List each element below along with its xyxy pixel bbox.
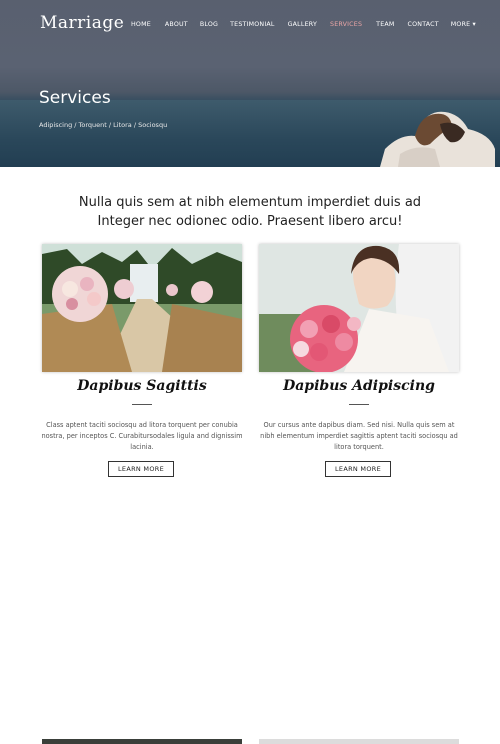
nav-home[interactable]: HOME [131, 21, 151, 28]
wedding-aisle-photo [42, 244, 242, 372]
learn-more-button[interactable]: LEARN MORE [108, 461, 174, 477]
nav-testimonial[interactable]: TESTIMONIAL [230, 21, 275, 28]
divider [349, 404, 369, 405]
main-nav: HOME ABOUT BLOG TESTIMONIAL GALLERY SERV… [131, 21, 476, 28]
service-card: Dapibus Adipiscing Our cursus ante dapib… [259, 244, 459, 744]
card-title: Dapibus Adipiscing [283, 378, 435, 394]
intro-line-2: Integer nec odionec odio. Praesent liber… [97, 214, 403, 229]
nav-more-dropdown[interactable]: MORE ▾ [451, 21, 476, 28]
next-card-image [259, 739, 459, 744]
intro-text: Nulla quis sem at nibh elementum imperdi… [50, 193, 450, 231]
nav-about[interactable]: ABOUT [165, 21, 188, 28]
learn-more-button[interactable]: LEARN MORE [325, 461, 391, 477]
page-hero: Marriage HOME ABOUT BLOG TESTIMONIAL GAL… [0, 0, 500, 167]
intro-line-1: Nulla quis sem at nibh elementum imperdi… [78, 195, 422, 210]
nav-gallery[interactable]: GALLERY [288, 21, 317, 28]
bride-bouquet-photo [259, 244, 459, 372]
nav-services[interactable]: SERVICES [330, 21, 362, 28]
page-title: Services [39, 88, 111, 108]
nav-contact[interactable]: CONTACT [408, 21, 439, 28]
couple-photo [380, 111, 495, 167]
divider [132, 404, 152, 405]
nav-team[interactable]: TEAM [376, 21, 394, 28]
breadcrumb: Adipiscing / Torquent / Litora / Sociosq… [39, 121, 168, 129]
card-text: Our cursus ante dapibus diam. Sed nisi. … [260, 421, 458, 451]
card-text: Class aptent taciti sociosqu ad litora t… [41, 421, 243, 451]
service-card: Dapibus Sagittis Class aptent taciti soc… [41, 244, 243, 744]
site-logo[interactable]: Marriage [40, 13, 124, 33]
card-title: Dapibus Sagittis [77, 378, 207, 394]
next-card-image [42, 739, 242, 744]
nav-blog[interactable]: BLOG [200, 21, 218, 28]
